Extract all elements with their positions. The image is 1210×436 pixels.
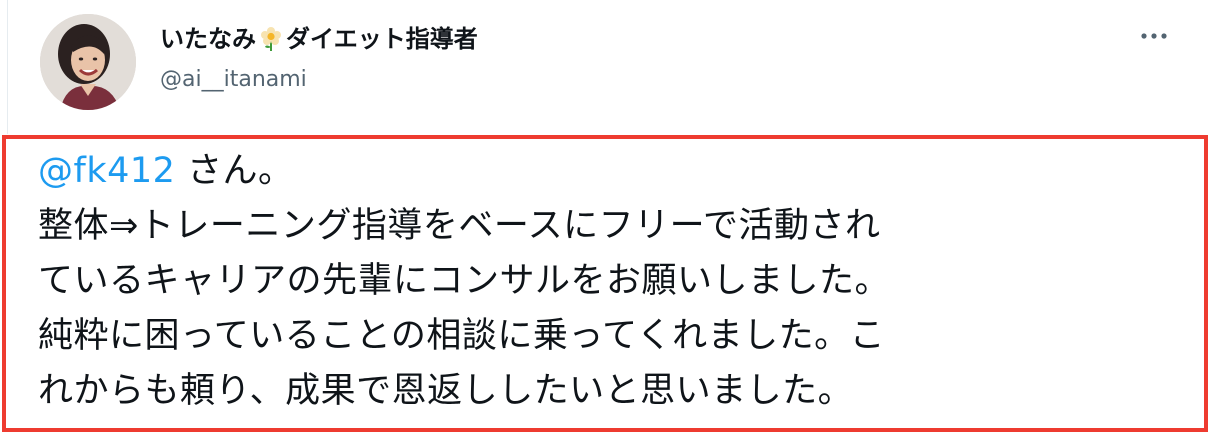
tweet-line-3: ているキャリアの先輩にコンサルをお願いしました。: [38, 261, 891, 301]
tweet-text: @fk412 さん。 整体⇒トレーニング指導をベースにフリーで活動され ているキ…: [38, 144, 1188, 419]
blossom-flower-icon: [258, 26, 284, 52]
tweet-line-4: 純粋に困っていることの相談に乗ってくれました。こ: [38, 316, 886, 356]
tweet-line-1-text: さん。: [175, 151, 294, 191]
tweet-line-5: れからも頼り、成果で恩返ししたいと思いました。: [38, 371, 854, 411]
more-options-button[interactable]: [1136, 22, 1172, 50]
more-horizontal-icon: [1141, 33, 1167, 39]
tweet-card: いたなみ ダイエット指導者 @ai__itanami @fk412 さん。 整体: [0, 0, 1210, 436]
tweet-line-2: 整体⇒トレーニング指導をベースにフリーで活動され: [38, 206, 881, 246]
tweet-line-1: @fk412 さん。: [38, 144, 1188, 199]
user-handle[interactable]: @ai__itanami: [160, 64, 307, 96]
avatar[interactable]: [40, 14, 136, 110]
avatar-image: [40, 14, 136, 110]
display-name-prefix: いたなみ: [160, 25, 256, 53]
display-name-suffix: ダイエット指導者: [286, 25, 478, 53]
display-name[interactable]: いたなみ ダイエット指導者: [160, 22, 478, 56]
mention-link[interactable]: @fk412: [38, 151, 175, 191]
divider: [7, 0, 8, 134]
